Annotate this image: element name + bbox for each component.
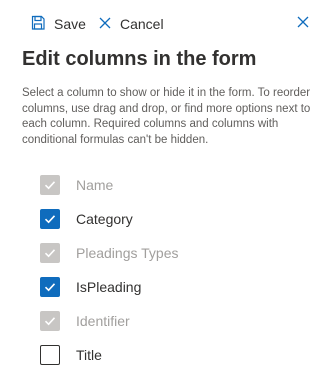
column-row-name: Name: [40, 168, 320, 202]
checkmark-icon: [44, 283, 56, 292]
column-label[interactable]: IsPleading: [76, 279, 141, 295]
save-icon: [30, 15, 46, 34]
column-checkbox: [40, 175, 60, 195]
command-bar: Save Cancel: [0, 0, 335, 48]
column-row-category[interactable]: Category: [40, 202, 320, 236]
column-label: Identifier: [76, 313, 130, 329]
column-row-ispleading[interactable]: IsPleading: [40, 270, 320, 304]
checkmark-icon: [44, 181, 56, 190]
checkmark-icon: [44, 317, 56, 326]
close-icon[interactable]: [295, 14, 313, 32]
column-checkbox[interactable]: [40, 209, 60, 229]
column-checkbox[interactable]: [40, 277, 60, 297]
cancel-label: Cancel: [120, 16, 164, 32]
save-label: Save: [54, 16, 86, 32]
column-checkbox[interactable]: [40, 345, 60, 365]
cancel-button[interactable]: Cancel: [98, 12, 164, 36]
save-button[interactable]: Save: [30, 12, 86, 36]
checkmark-icon: [44, 249, 56, 258]
column-label[interactable]: Category: [76, 211, 133, 227]
column-list: Name Category Pleadings Types IsPleading…: [40, 168, 320, 372]
cancel-x-icon: [98, 16, 112, 33]
column-row-title[interactable]: Title: [40, 338, 320, 372]
column-label: Pleadings Types: [76, 245, 179, 261]
panel-title: Edit columns in the form: [22, 48, 257, 70]
column-label[interactable]: Title: [76, 347, 102, 363]
column-checkbox: [40, 311, 60, 331]
panel-description: Select a column to show or hide it in th…: [22, 87, 311, 146]
checkmark-icon: [44, 215, 56, 224]
column-row-identifier: Identifier: [40, 304, 320, 338]
column-row-pleadings-types: Pleadings Types: [40, 236, 320, 270]
column-checkbox: [40, 243, 60, 263]
column-label: Name: [76, 177, 114, 193]
